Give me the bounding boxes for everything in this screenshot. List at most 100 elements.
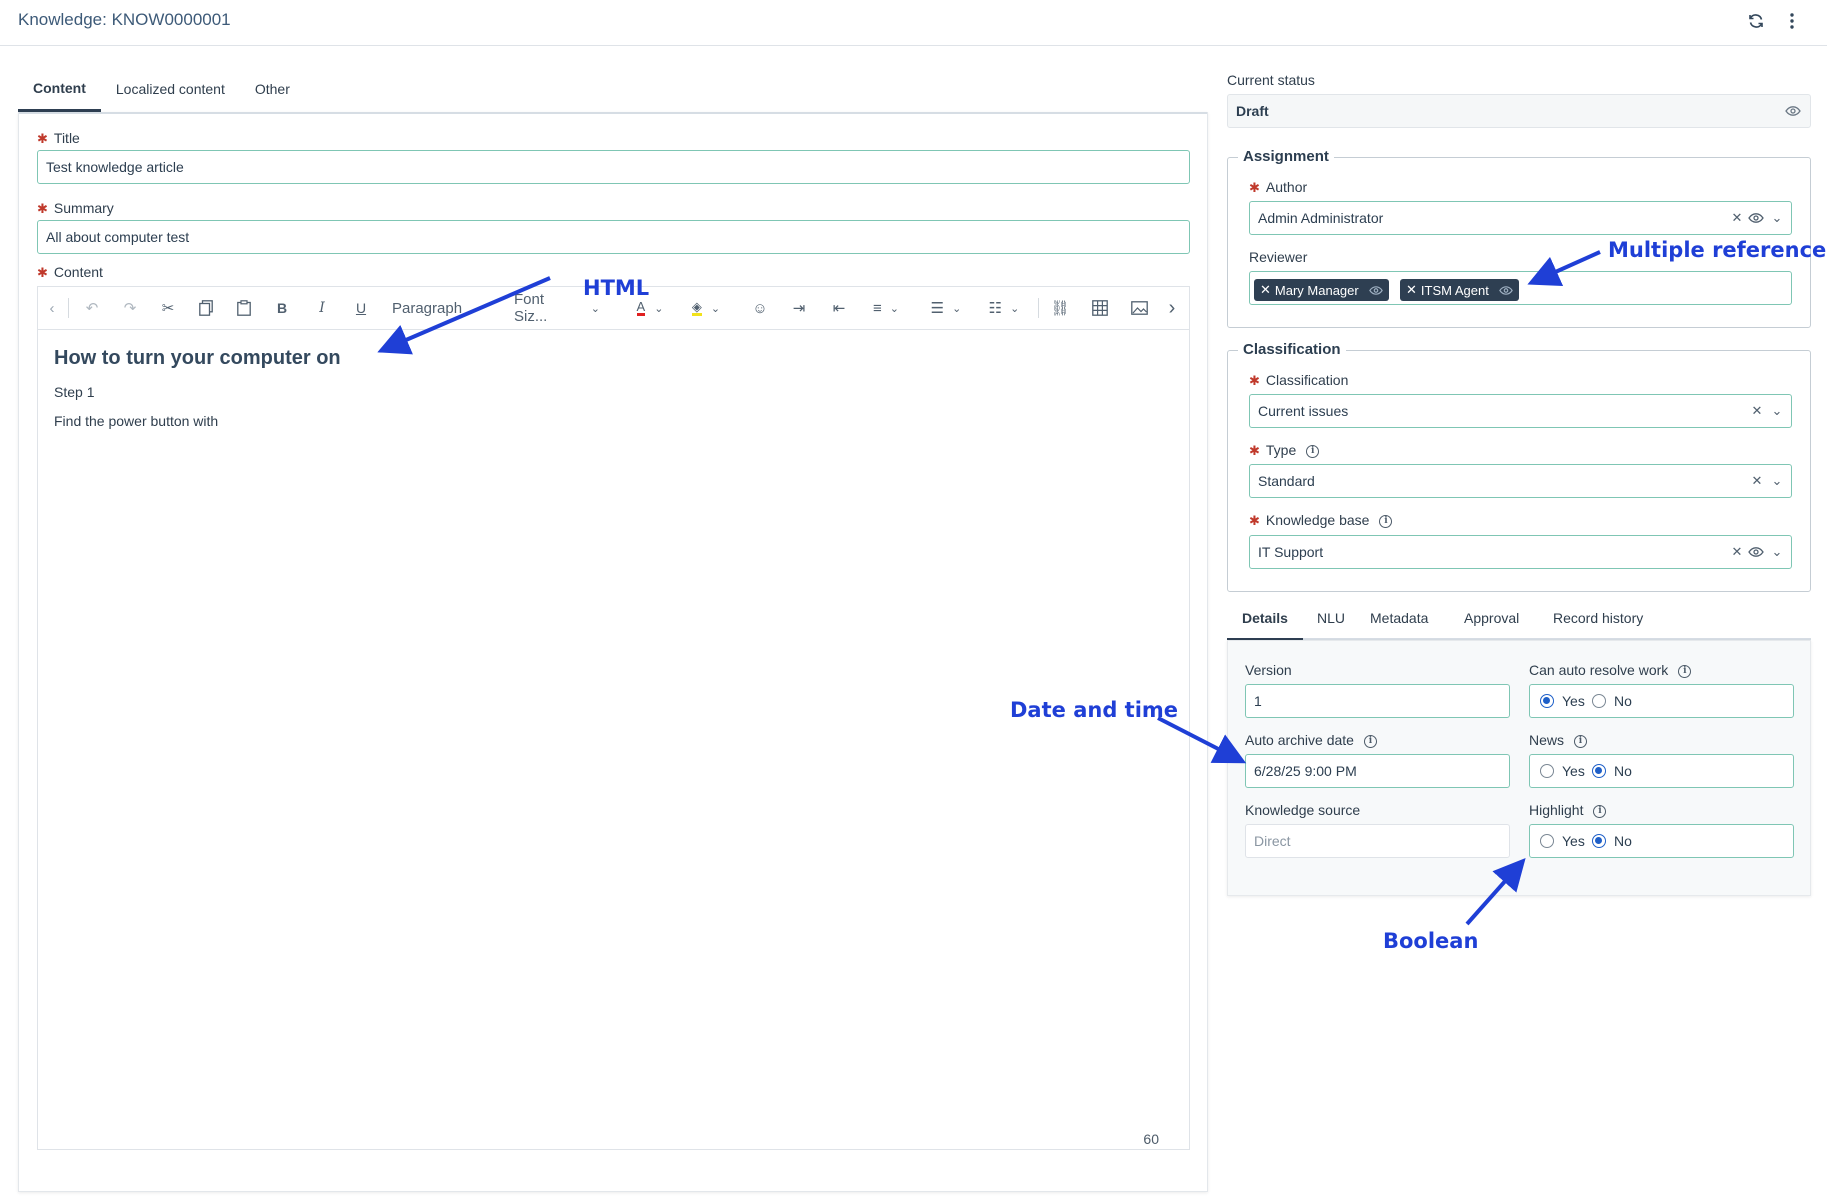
reviewer-chip[interactable]: ✕ ITSM Agent [1400,279,1519,301]
chevron-down-icon[interactable]: ⌄ [1768,472,1786,490]
more-vertical-icon[interactable] [1780,9,1804,33]
clear-icon[interactable]: ✕ [1748,402,1766,420]
bold-icon[interactable]: B [274,297,290,319]
summary-input[interactable]: All about computer test [37,220,1190,254]
news-yes[interactable]: Yes [1540,763,1585,779]
undo-icon[interactable]: ↶ [82,297,102,319]
knowledge-base-select[interactable]: IT Support ✕ ⌄ [1249,535,1792,569]
content-heading: How to turn your computer on [54,347,341,369]
table-icon[interactable] [1090,297,1110,319]
assignment-legend: Assignment [1238,148,1334,165]
tab-record-history[interactable]: Record history [1553,610,1643,626]
paragraph-select[interactable]: Paragraph ⌄ [392,297,492,319]
required-icon: ✱ [1249,373,1260,388]
cut-icon[interactable]: ✂ [158,297,178,319]
knowledge-base-label: ✱ Knowledge base i [1249,512,1393,529]
can-auto-resolve-yes[interactable]: Yes [1540,693,1585,709]
auto-archive-date-input[interactable]: 6/28/25 9:00 PM [1245,754,1510,788]
chevron-down-icon: ⌄ [470,302,480,315]
content-label: ✱ Content [37,264,103,280]
reviewer-multi-select[interactable]: ✕ Mary Manager ✕ ITSM Agent [1249,271,1792,305]
scroll-left-icon[interactable]: ‹ [44,297,60,319]
toolbar-divider [1038,298,1039,318]
version-input[interactable]: 1 [1245,684,1510,718]
reviewer-chip[interactable]: ✕ Mary Manager [1254,279,1389,301]
content-line: Step 1 [54,384,95,400]
content-card: ✱ Title Test knowledge article ✱ Summary A… [18,112,1208,1192]
eye-icon[interactable] [1747,543,1765,561]
tab-approval[interactable]: Approval [1464,610,1519,626]
classification-section: Classification ✱ Classification Current i… [1227,341,1811,592]
image-icon[interactable] [1129,297,1149,319]
chevron-down-icon: ⌄ [889,302,899,315]
paste-icon[interactable] [234,297,254,319]
info-icon[interactable]: i [1306,444,1320,458]
header-bar: Knowledge: KNOW0000001 [0,0,1827,46]
clear-icon[interactable]: ✕ [1728,209,1746,227]
info-icon[interactable]: i [1574,734,1588,748]
classification-value: Current issues [1258,403,1349,419]
info-icon[interactable]: i [1678,664,1692,678]
font-size-select[interactable]: Font Siz... ⌄ [514,291,600,325]
copy-icon[interactable] [196,297,216,319]
clear-icon[interactable]: ✕ [1748,472,1766,490]
highlight-yes[interactable]: Yes [1540,833,1585,849]
tab-details[interactable]: Details [1242,610,1288,626]
editor-content[interactable]: How to turn your computer on Step 1 Find… [54,347,341,442]
can-auto-resolve-no[interactable]: No [1592,693,1632,709]
tab-content[interactable]: Content [18,66,101,112]
italic-icon[interactable]: I [314,297,330,319]
clear-icon[interactable]: ✕ [1728,543,1746,561]
classification-select[interactable]: Current issues ✕ ⌄ [1249,394,1792,428]
title-label: ✱ Title [37,130,80,146]
scroll-right-icon[interactable]: › [1164,297,1180,319]
bullet-list-icon[interactable]: ☷ ⌄ [984,297,1024,319]
title-input[interactable]: Test knowledge article [37,150,1190,184]
eye-icon[interactable] [1368,285,1383,295]
eye-icon[interactable] [1499,285,1513,295]
indent-icon[interactable]: ⇥ [789,297,809,319]
tab-metadata[interactable]: Metadata [1370,610,1428,626]
link-icon[interactable]: ⛓ [1050,297,1070,319]
knowledge-base-value: IT Support [1258,544,1324,560]
chevron-down-icon[interactable]: ⌄ [1768,209,1786,227]
remove-chip-icon[interactable]: ✕ [1260,282,1271,298]
text-color-icon[interactable]: A ⌄ [630,297,670,319]
author-value: Admin Administrator [1258,210,1384,226]
redo-icon[interactable]: ↷ [120,297,140,319]
annotation-date-and-time: Date and time [1010,698,1179,722]
highlight-color-icon[interactable]: ◈ ⌄ [686,297,726,319]
required-icon: ✱ [37,265,48,280]
eye-icon[interactable] [1784,102,1802,120]
author-select[interactable]: Admin Administrator ✕ ⌄ [1249,201,1792,235]
highlight-no[interactable]: No [1592,833,1632,849]
info-icon[interactable]: i [1593,804,1607,818]
news-label: News i [1529,732,1588,748]
refresh-icon[interactable] [1744,9,1768,33]
chevron-down-icon[interactable]: ⌄ [1768,402,1786,420]
tab-localized-content[interactable]: Localized content [101,66,240,112]
info-icon[interactable]: i [1363,734,1377,748]
auto-archive-date-label: Auto archive date i [1245,732,1377,748]
knowledge-source-input: Direct [1245,824,1510,858]
remove-chip-icon[interactable]: ✕ [1406,282,1417,298]
current-status-field: Draft [1227,94,1811,128]
outdent-icon[interactable]: ⇤ [829,297,849,319]
emoji-icon[interactable]: ☺ [750,297,770,319]
can-auto-resolve-label: Can auto resolve work i [1529,662,1692,678]
underline-icon[interactable]: U [353,297,369,319]
tab-nlu[interactable]: NLU [1317,610,1345,626]
required-icon: ✱ [1249,180,1260,195]
type-select[interactable]: Standard ✕ ⌄ [1249,464,1792,498]
can-auto-resolve-radio-group: Yes No [1529,684,1794,718]
tab-other[interactable]: Other [240,66,305,112]
eye-icon[interactable] [1747,209,1765,227]
chevron-down-icon[interactable]: ⌄ [1768,543,1786,561]
news-no[interactable]: No [1592,763,1632,779]
info-icon[interactable]: i [1379,514,1393,528]
align-icon[interactable]: ≡ ⌄ [868,297,904,319]
toolbar-divider [68,298,69,318]
current-status-label: Current status [1227,72,1315,88]
radio-selected-icon [1592,764,1606,778]
numbered-list-icon[interactable]: ☰ ⌄ [926,297,966,319]
